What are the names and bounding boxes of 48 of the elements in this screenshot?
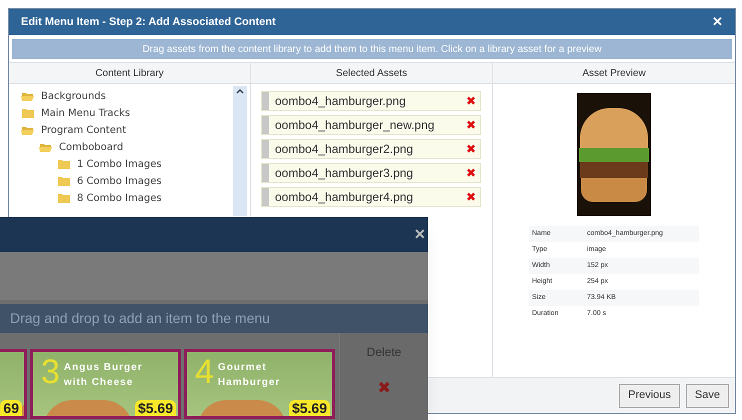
- tree-item[interactable]: Comboboard: [59, 140, 124, 155]
- asset-item[interactable]: oombo4_hamburger2.png ✖: [261, 139, 481, 159]
- column-header: Selected Assets: [251, 62, 492, 84]
- remove-icon[interactable]: ✖: [466, 164, 476, 182]
- previous-button[interactable]: Previous: [619, 384, 680, 408]
- column-header: Asset Preview: [493, 62, 735, 84]
- asset-item[interactable]: oombo4_hamburger.png ✖: [261, 91, 481, 111]
- column-header: Delete: [366, 344, 402, 361]
- asset-item[interactable]: oombo4_hamburger_new.png ✖: [261, 115, 481, 135]
- tree-item[interactable]: Program Content: [41, 123, 126, 138]
- tree-item[interactable]: 1 Combo Images: [77, 157, 162, 172]
- price-tag: $5.69: [288, 400, 330, 416]
- price-tag: $5.69: [134, 400, 176, 416]
- item-number: 4: [195, 354, 214, 390]
- save-button[interactable]: Save: [686, 384, 729, 408]
- drag-handle[interactable]: [262, 92, 269, 110]
- tree-item[interactable]: 6 Combo Images: [77, 174, 162, 189]
- column-header: Content Library: [9, 62, 250, 84]
- file-name: oombo4_hamburger2.png: [275, 141, 414, 158]
- item-title: Gourmet Hamburger: [218, 361, 282, 390]
- tree-item[interactable]: Backgrounds: [41, 89, 106, 104]
- close-button[interactable]: ✕: [712, 12, 723, 32]
- file-name: oombo4_hamburger4.png: [275, 189, 414, 206]
- asset-item[interactable]: oombo4_hamburger3.png ✖: [261, 163, 481, 183]
- scroll-up-icon[interactable]: [236, 88, 244, 94]
- drag-handle[interactable]: [262, 116, 269, 134]
- tree-item[interactable]: Main Menu Tracks: [41, 106, 130, 121]
- item-number: 3: [41, 354, 60, 390]
- menu-item-card[interactable]: 69: [0, 349, 27, 419]
- instruction-bar: Drag assets from the content library to add them to this menu item. Click on a library asset for a preview: [12, 39, 732, 59]
- price-tag: 69: [0, 400, 22, 416]
- window-title: Edit Menu Item - Step 2: Add Associated Content: [21, 14, 276, 30]
- file-name: oombo4_hamburger3.png: [275, 165, 414, 182]
- item-title: Angus Burger with Cheese: [64, 361, 144, 390]
- remove-icon[interactable]: ✖: [466, 116, 476, 134]
- asset-item[interactable]: oombo4_hamburger4.png ✖: [261, 187, 481, 207]
- remove-icon[interactable]: ✖: [466, 92, 476, 110]
- file-name: oombo4_hamburger.png: [275, 93, 407, 110]
- tree-item[interactable]: 8 Combo Images: [77, 191, 162, 206]
- scrollbar[interactable]: [233, 86, 247, 216]
- file-name: oombo4_hamburger_new.png: [275, 117, 436, 134]
- remove-icon[interactable]: ✖: [466, 188, 476, 206]
- instruction-bar: Drag and drop to add an item to the menu: [0, 304, 428, 333]
- drag-handle[interactable]: [262, 164, 269, 182]
- drag-handle[interactable]: [262, 140, 269, 158]
- remove-icon[interactable]: ✖: [466, 140, 476, 158]
- close-button[interactable]: ✕: [414, 224, 426, 245]
- drag-handle[interactable]: [262, 188, 269, 206]
